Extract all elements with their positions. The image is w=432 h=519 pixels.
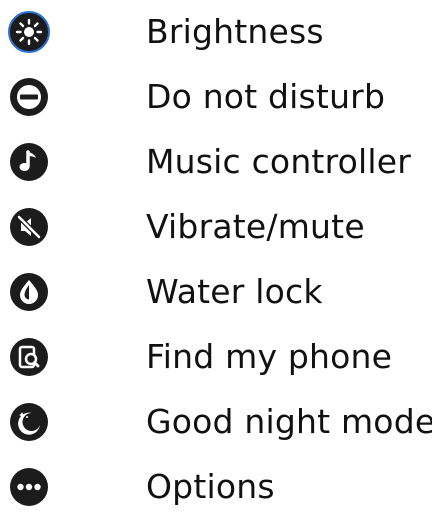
item-label: Good night mode: [146, 402, 432, 441]
music-note-icon[interactable]: [7, 140, 51, 184]
item-label: Water lock: [146, 272, 323, 311]
quick-settings-legend: Brightness Do not disturb Music controll…: [0, 0, 432, 515]
more-options-icon[interactable]: [7, 465, 51, 509]
moon-stars-icon[interactable]: [7, 400, 51, 444]
find-phone-icon[interactable]: [7, 335, 51, 379]
item-label: Vibrate/mute: [146, 207, 365, 246]
item-label: Do not disturb: [146, 77, 386, 116]
water-drop-icon[interactable]: [7, 270, 51, 314]
list-item-brightness[interactable]: Brightness: [0, 0, 432, 64]
brightness-icon[interactable]: [7, 10, 51, 54]
item-label: Options: [146, 467, 275, 506]
item-label: Brightness: [146, 12, 324, 51]
list-item-do-not-disturb[interactable]: Do not disturb: [0, 65, 432, 129]
list-item-good-night-mode[interactable]: Good night mode: [0, 390, 432, 454]
do-not-disturb-icon[interactable]: [7, 75, 51, 119]
list-item-vibrate-mute[interactable]: Vibrate/mute: [0, 195, 432, 259]
list-item-water-lock[interactable]: Water lock: [0, 260, 432, 324]
list-item-find-my-phone[interactable]: Find my phone: [0, 325, 432, 389]
vibrate-mute-icon[interactable]: [7, 205, 51, 249]
list-item-music-controller[interactable]: Music controller: [0, 130, 432, 194]
item-label: Music controller: [146, 142, 412, 181]
list-item-options[interactable]: Options: [0, 455, 432, 519]
item-label: Find my phone: [146, 337, 393, 376]
